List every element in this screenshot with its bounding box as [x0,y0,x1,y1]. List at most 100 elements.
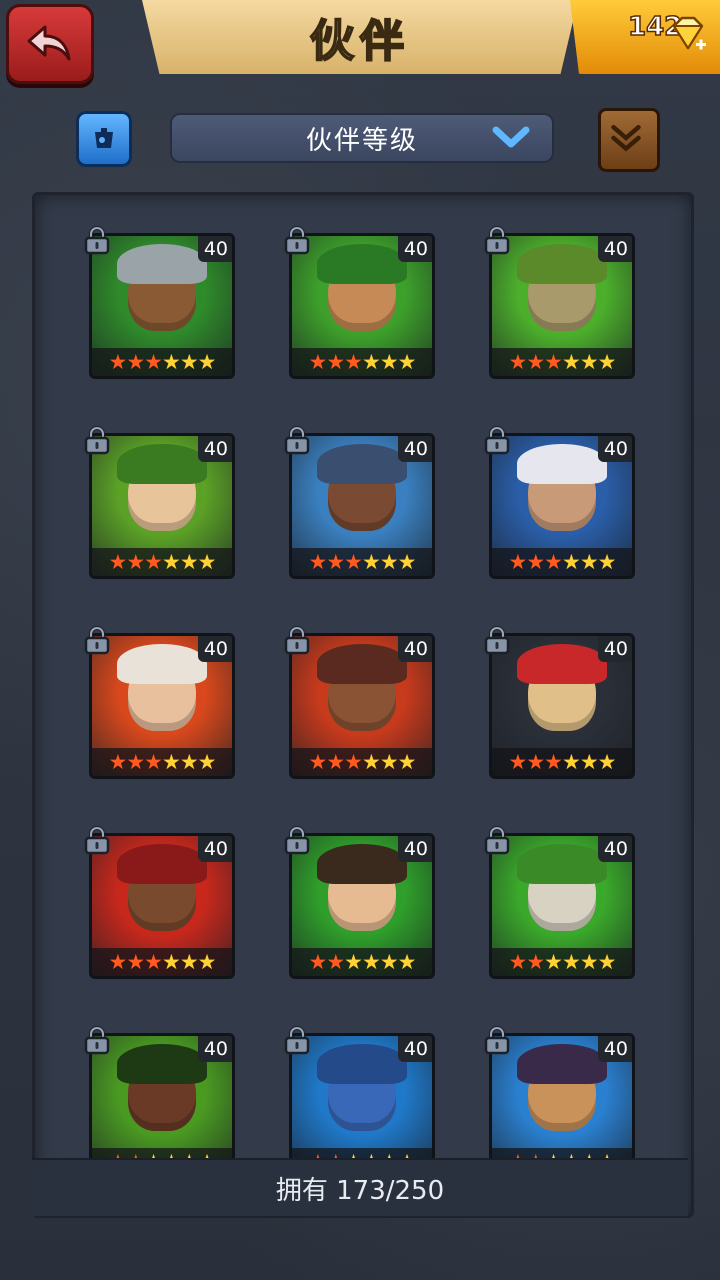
star-icon: ★ [179,550,199,574]
star-icon: ★ [197,950,217,974]
filter-icon [95,128,113,148]
star-icon: ★ [562,750,581,774]
lock-icon[interactable] [483,425,511,455]
star-icon: ★ [326,750,345,774]
star-icon: ★ [108,750,128,774]
partner-stars: ★★★★★★ [492,748,632,776]
star-icon: ★ [126,550,145,574]
star-icon: ★ [162,350,181,374]
star-icon: ★ [179,950,199,974]
partner-hair [117,444,207,484]
diamond-icon[interactable] [668,16,708,56]
star-icon: ★ [162,750,181,774]
star-icon: ★ [308,550,328,574]
partner-level: 40 [197,836,232,862]
lock-icon[interactable] [83,825,111,855]
star-icon: ★ [108,550,128,574]
star-icon: ★ [508,950,528,974]
star-icon: ★ [326,950,345,974]
partner-level: 40 [397,1036,432,1062]
star-icon: ★ [144,750,163,774]
star-icon: ★ [179,350,199,374]
star-icon: ★ [579,550,599,574]
partner-hair [317,844,407,884]
star-icon: ★ [144,550,163,574]
lock-icon[interactable] [283,825,311,855]
partner-hair [517,1044,607,1084]
lock-icon[interactable] [283,1025,311,1055]
star-icon: ★ [397,950,417,974]
star-icon: ★ [344,350,363,374]
partner-panel: 40 ★ ★ ★ ★ ★ ★ 40 ★ ★ ★ ★ ★ ★ 40 ★ ★ ★ ★ ★ ★ 40 ★ ★ ★ ★ ★ ★ 40 ★ ★ ★ ★ ★ ★… [32,192,694,1218]
star-icon: ★ [397,550,417,574]
partner-hair [117,644,207,684]
collection-button[interactable] [598,108,660,172]
lock-icon[interactable] [83,625,111,655]
star-icon: ★ [108,950,128,974]
star-icon: ★ [126,950,145,974]
lock-icon[interactable] [83,1025,111,1055]
lock-icon[interactable] [83,425,111,455]
lock-icon[interactable] [283,425,311,455]
lock-icon[interactable] [483,1025,511,1055]
star-icon: ★ [597,950,617,974]
partner-stars: ★★★★★★ [92,548,232,576]
star-icon: ★ [579,350,599,374]
star-icon: ★ [197,750,217,774]
partner-hair [317,1044,407,1084]
partner-level: 40 [397,836,432,862]
partner-hair [317,444,407,484]
star-icon: ★ [326,550,345,574]
star-icon: ★ [526,750,545,774]
star-icon: ★ [508,350,528,374]
star-icon: ★ [197,550,217,574]
partner-stars: ★★★★★★ [292,748,432,776]
star-icon: ★ [597,350,617,374]
star-icon: ★ [379,550,399,574]
filter-button[interactable] [76,111,132,167]
sort-dropdown[interactable]: 伙伴等级 [170,113,554,163]
partner-level: 40 [597,436,632,462]
star-icon: ★ [562,950,581,974]
lock-icon[interactable] [483,825,511,855]
star-icon: ★ [179,750,199,774]
sort-dropdown-label: 伙伴等级 [305,125,418,156]
star-icon: ★ [562,350,581,374]
star-icon: ★ [308,750,328,774]
star-icon: ★ [162,950,181,974]
lock-icon[interactable] [483,225,511,255]
star-icon: ★ [526,550,545,574]
star-icon: ★ [144,950,163,974]
partner-hair [517,644,607,684]
back-button[interactable] [6,4,94,84]
partner-stars: ★★★★★★ [292,948,432,976]
partner-stars: ★★★★★★ [292,348,432,376]
star-icon: ★ [362,550,381,574]
star-icon: ★ [344,950,363,974]
partner-grid[interactable]: 40 ★ ★ ★ ★ ★ ★ 40 ★ ★ ★ ★ ★ ★ 40 ★ ★ ★ ★ ★ ★ 40 ★ ★ ★ ★ ★ ★ 40 ★ ★ ★ ★ ★ ★… [35,195,691,1161]
star-icon: ★ [144,350,163,374]
star-icon: ★ [579,950,599,974]
partner-hair [317,244,407,284]
lock-icon[interactable] [483,625,511,655]
partner-level: 40 [397,236,432,262]
star-icon: ★ [362,750,381,774]
star-icon: ★ [579,750,599,774]
lock-icon[interactable] [283,225,311,255]
owned-count-bar: 拥有 173/250 [32,1158,688,1216]
lock-icon[interactable] [283,625,311,655]
star-icon: ★ [526,950,545,974]
partner-hair [517,844,607,884]
partner-level: 40 [597,236,632,262]
star-icon: ★ [379,750,399,774]
star-icon: ★ [126,350,145,374]
partner-hair [517,444,607,484]
partner-level: 40 [397,636,432,662]
partner-level: 40 [597,636,632,662]
partner-hair [117,1044,207,1084]
owned-count: 拥有 173/250 [275,1175,445,1206]
lock-icon[interactable] [83,225,111,255]
partner-level: 40 [197,636,232,662]
star-icon: ★ [526,350,545,374]
star-icon: ★ [508,750,528,774]
